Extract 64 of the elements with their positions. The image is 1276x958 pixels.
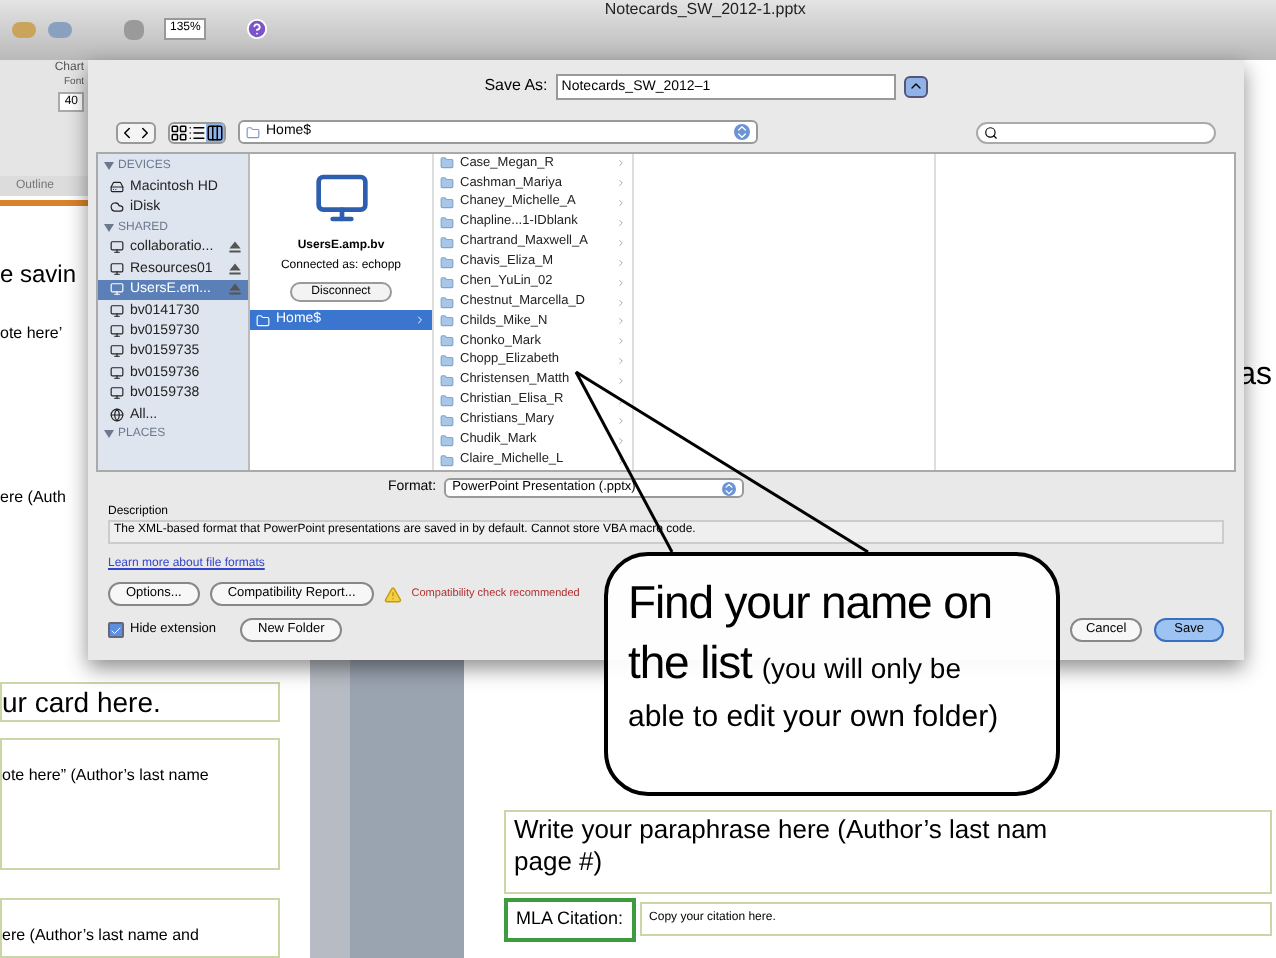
save-as-label: Save As: — [484, 74, 548, 98]
help-icon[interactable] — [246, 18, 269, 40]
icon-view-icon[interactable] — [170, 123, 188, 141]
collapse-button[interactable] — [903, 75, 928, 97]
search-field[interactable] — [976, 121, 1216, 143]
check-icon — [110, 623, 122, 637]
folder-icon — [440, 354, 454, 369]
window-title: Notecards_SW_2012-1.pptx — [604, 2, 806, 18]
paraphrase-text: page #) — [514, 846, 605, 878]
eject-icon[interactable] — [228, 261, 242, 276]
warning-icon — [383, 585, 402, 603]
callout-text: able to edit your own folder) — [628, 698, 1001, 738]
callout-text: (you will only be — [761, 650, 961, 688]
back-icon[interactable] — [118, 123, 136, 141]
folder-icon — [440, 196, 454, 211]
hide-extension-checkbox[interactable] — [108, 622, 124, 638]
callout-text: Find your name on — [628, 574, 994, 632]
disclosure-triangle-icon[interactable] — [104, 430, 114, 439]
device-icon — [110, 282, 124, 297]
device-icon — [110, 407, 124, 422]
folder-icon — [440, 255, 454, 270]
device-icon — [110, 344, 124, 359]
slide-thumbnail-text: e savin — [0, 262, 77, 287]
popup-arrows-icon — [722, 481, 737, 495]
folder-icon — [440, 235, 454, 250]
folder-icon — [440, 413, 454, 428]
folder-icon — [440, 393, 454, 408]
column-view-icon[interactable] — [206, 123, 224, 141]
folder-icon — [440, 314, 454, 329]
folder-icon — [440, 374, 454, 389]
device-icon — [110, 240, 124, 255]
callout-text: the list — [628, 634, 752, 692]
slide-thumbnail-text: ote here’ — [0, 326, 63, 343]
folder-icon — [440, 334, 454, 349]
disclosure-triangle-icon[interactable] — [104, 223, 114, 232]
paraphrase-text: Write your paraphrase here (Author’s last nam — [514, 814, 1050, 846]
folder-icon — [440, 295, 454, 310]
folder-icon — [246, 125, 260, 139]
slide-thumbnail-text: ere (Auth — [0, 490, 66, 507]
folder-icon — [440, 216, 454, 231]
device-icon — [110, 179, 124, 194]
folder-icon — [440, 156, 454, 171]
folder-icon — [440, 453, 454, 468]
disclosure-triangle-icon[interactable] — [104, 162, 114, 170]
folder-icon — [256, 313, 270, 327]
citation-label: MLA Citation: — [504, 898, 636, 941]
forward-icon[interactable] — [136, 123, 154, 141]
slide-thumbnail-text: ur card here. — [2, 688, 161, 717]
device-icon — [110, 365, 124, 380]
device-icon — [110, 303, 124, 318]
slide-thumbnail-text: ote here” (Author’s last name — [2, 765, 209, 784]
folder-icon — [440, 433, 454, 448]
eject-icon[interactable] — [228, 240, 242, 255]
slide-thumbnail-text: ere (Author’s last name and — [2, 926, 199, 945]
device-icon — [110, 200, 124, 215]
list-view-icon[interactable] — [188, 123, 206, 141]
search-icon — [984, 125, 998, 139]
device-icon — [110, 386, 124, 401]
device-icon — [110, 324, 124, 339]
folder-icon — [440, 176, 454, 191]
computer-icon — [313, 170, 369, 226]
folder-icon — [440, 275, 454, 290]
device-icon — [110, 261, 124, 276]
popup-arrows-icon — [734, 124, 750, 140]
